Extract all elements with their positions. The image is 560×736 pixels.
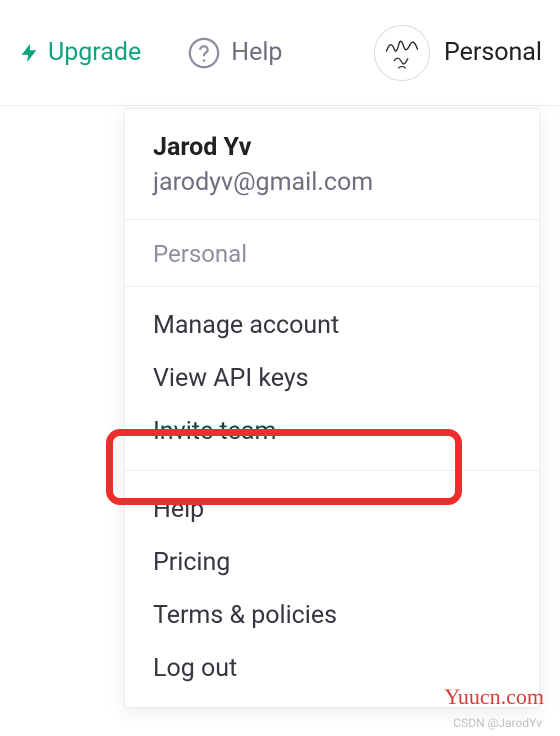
menu-terms[interactable]: Terms & policies — [125, 589, 539, 642]
workspace-label: Personal — [125, 220, 539, 287]
bolt-icon — [18, 40, 40, 66]
account-label: Personal — [444, 38, 542, 67]
dropdown-header: Jarod Yv jarodyv@gmail.com — [125, 109, 539, 220]
account-menu-button[interactable]: Personal — [374, 25, 542, 81]
menu-pricing[interactable]: Pricing — [125, 536, 539, 589]
account-dropdown: Jarod Yv jarodyv@gmail.com Personal Mana… — [124, 108, 540, 708]
avatar — [374, 25, 430, 81]
help-label: Help — [231, 38, 282, 67]
watermark-site: Yuucn.com — [444, 684, 544, 710]
help-button[interactable]: Help — [187, 36, 282, 70]
menu-manage-account[interactable]: Manage account — [125, 299, 539, 352]
menu-help[interactable]: Help — [125, 483, 539, 536]
menu-view-api-keys[interactable]: View API keys — [125, 352, 539, 405]
upgrade-label: Upgrade — [48, 38, 141, 67]
help-icon — [187, 36, 221, 70]
topbar: Upgrade Help Personal — [0, 0, 560, 106]
watermark-credit: CSDN @JarodYv — [453, 716, 542, 730]
user-name: Jarod Yv — [153, 133, 511, 162]
upgrade-button[interactable]: Upgrade — [18, 38, 141, 67]
menu-invite-team[interactable]: Invite team — [125, 405, 539, 458]
menu-group-support: Help Pricing Terms & policies Log out — [125, 471, 539, 707]
user-email: jarodyv@gmail.com — [153, 168, 511, 197]
menu-group-account: Manage account View API keys Invite team — [125, 287, 539, 471]
